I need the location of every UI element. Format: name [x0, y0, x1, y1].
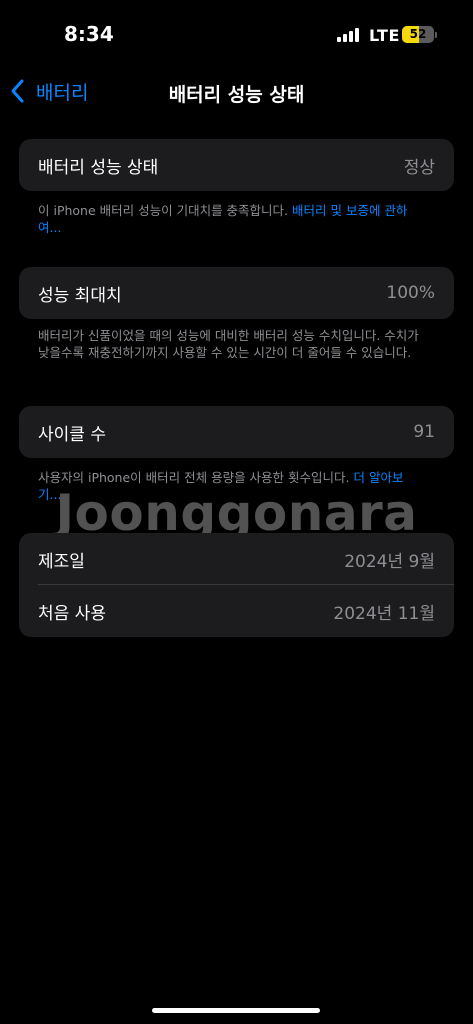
first-use-value: 2024년 11월 — [333, 603, 435, 624]
network-type-label: LTE — [369, 26, 400, 45]
status-bar: 8:34 LTE 52 — [0, 0, 473, 60]
maximum-capacity-label: 성능 최대치 — [38, 285, 122, 306]
battery-health-row[interactable]: 배터리 성능 상태 정상 — [19, 139, 454, 191]
first-use-label: 처음 사용 — [38, 603, 106, 624]
home-indicator[interactable] — [152, 1008, 320, 1013]
maximum-capacity-value: 100% — [386, 283, 435, 303]
manufacture-date-label: 제조일 — [38, 551, 85, 572]
cycle-count-card: 사이클 수 91 — [19, 406, 454, 458]
status-time: 8:34 — [64, 22, 114, 46]
battery-info-card: 제조일 2024년 9월 처음 사용 2024년 11월 — [19, 533, 454, 637]
cycle-count-label: 사이클 수 — [38, 424, 106, 445]
cycle-count-footnote: 사용자의 iPhone이 배터리 전체 용량을 사용한 횟수입니다. 더 알아보… — [38, 469, 423, 503]
battery-health-value: 정상 — [403, 157, 435, 178]
battery-level-text: 52 — [409, 27, 427, 41]
maximum-capacity-row: 성능 최대치 100% — [19, 267, 454, 319]
cycle-count-footnote-text: 사용자의 iPhone이 배터리 전체 용량을 사용한 횟수입니다. — [38, 470, 354, 485]
battery-health-label: 배터리 성능 상태 — [38, 157, 159, 178]
manufacture-date-row: 제조일 2024년 9월 — [19, 533, 454, 585]
first-use-row: 처음 사용 2024년 11월 — [19, 585, 454, 637]
maximum-capacity-footnote: 배터리가 신품이었을 때의 성능에 대비한 배터리 성능 수치입니다. 수치가 … — [38, 328, 419, 360]
maximum-capacity-card: 성능 최대치 100% — [19, 267, 454, 319]
cycle-count-value: 91 — [413, 422, 435, 442]
manufacture-date-value: 2024년 9월 — [344, 551, 435, 572]
battery-cap — [435, 32, 437, 38]
battery-health-footnote-text: 이 iPhone 배터리 성능이 기대치를 충족합니다. — [38, 203, 293, 218]
navigation-bar: 배터리 배터리 성능 상태 — [0, 70, 473, 114]
page-title: 배터리 성능 상태 — [168, 84, 305, 106]
battery-health-footnote: 이 iPhone 배터리 성능이 기대치를 충족합니다. 배터리 및 보증에 관… — [38, 202, 423, 236]
battery-health-card: 배터리 성능 상태 정상 — [19, 139, 454, 191]
battery-icon: 52 — [402, 26, 434, 43]
cycle-count-row: 사이클 수 91 — [19, 406, 454, 458]
cellular-signal-icon — [337, 28, 361, 42]
